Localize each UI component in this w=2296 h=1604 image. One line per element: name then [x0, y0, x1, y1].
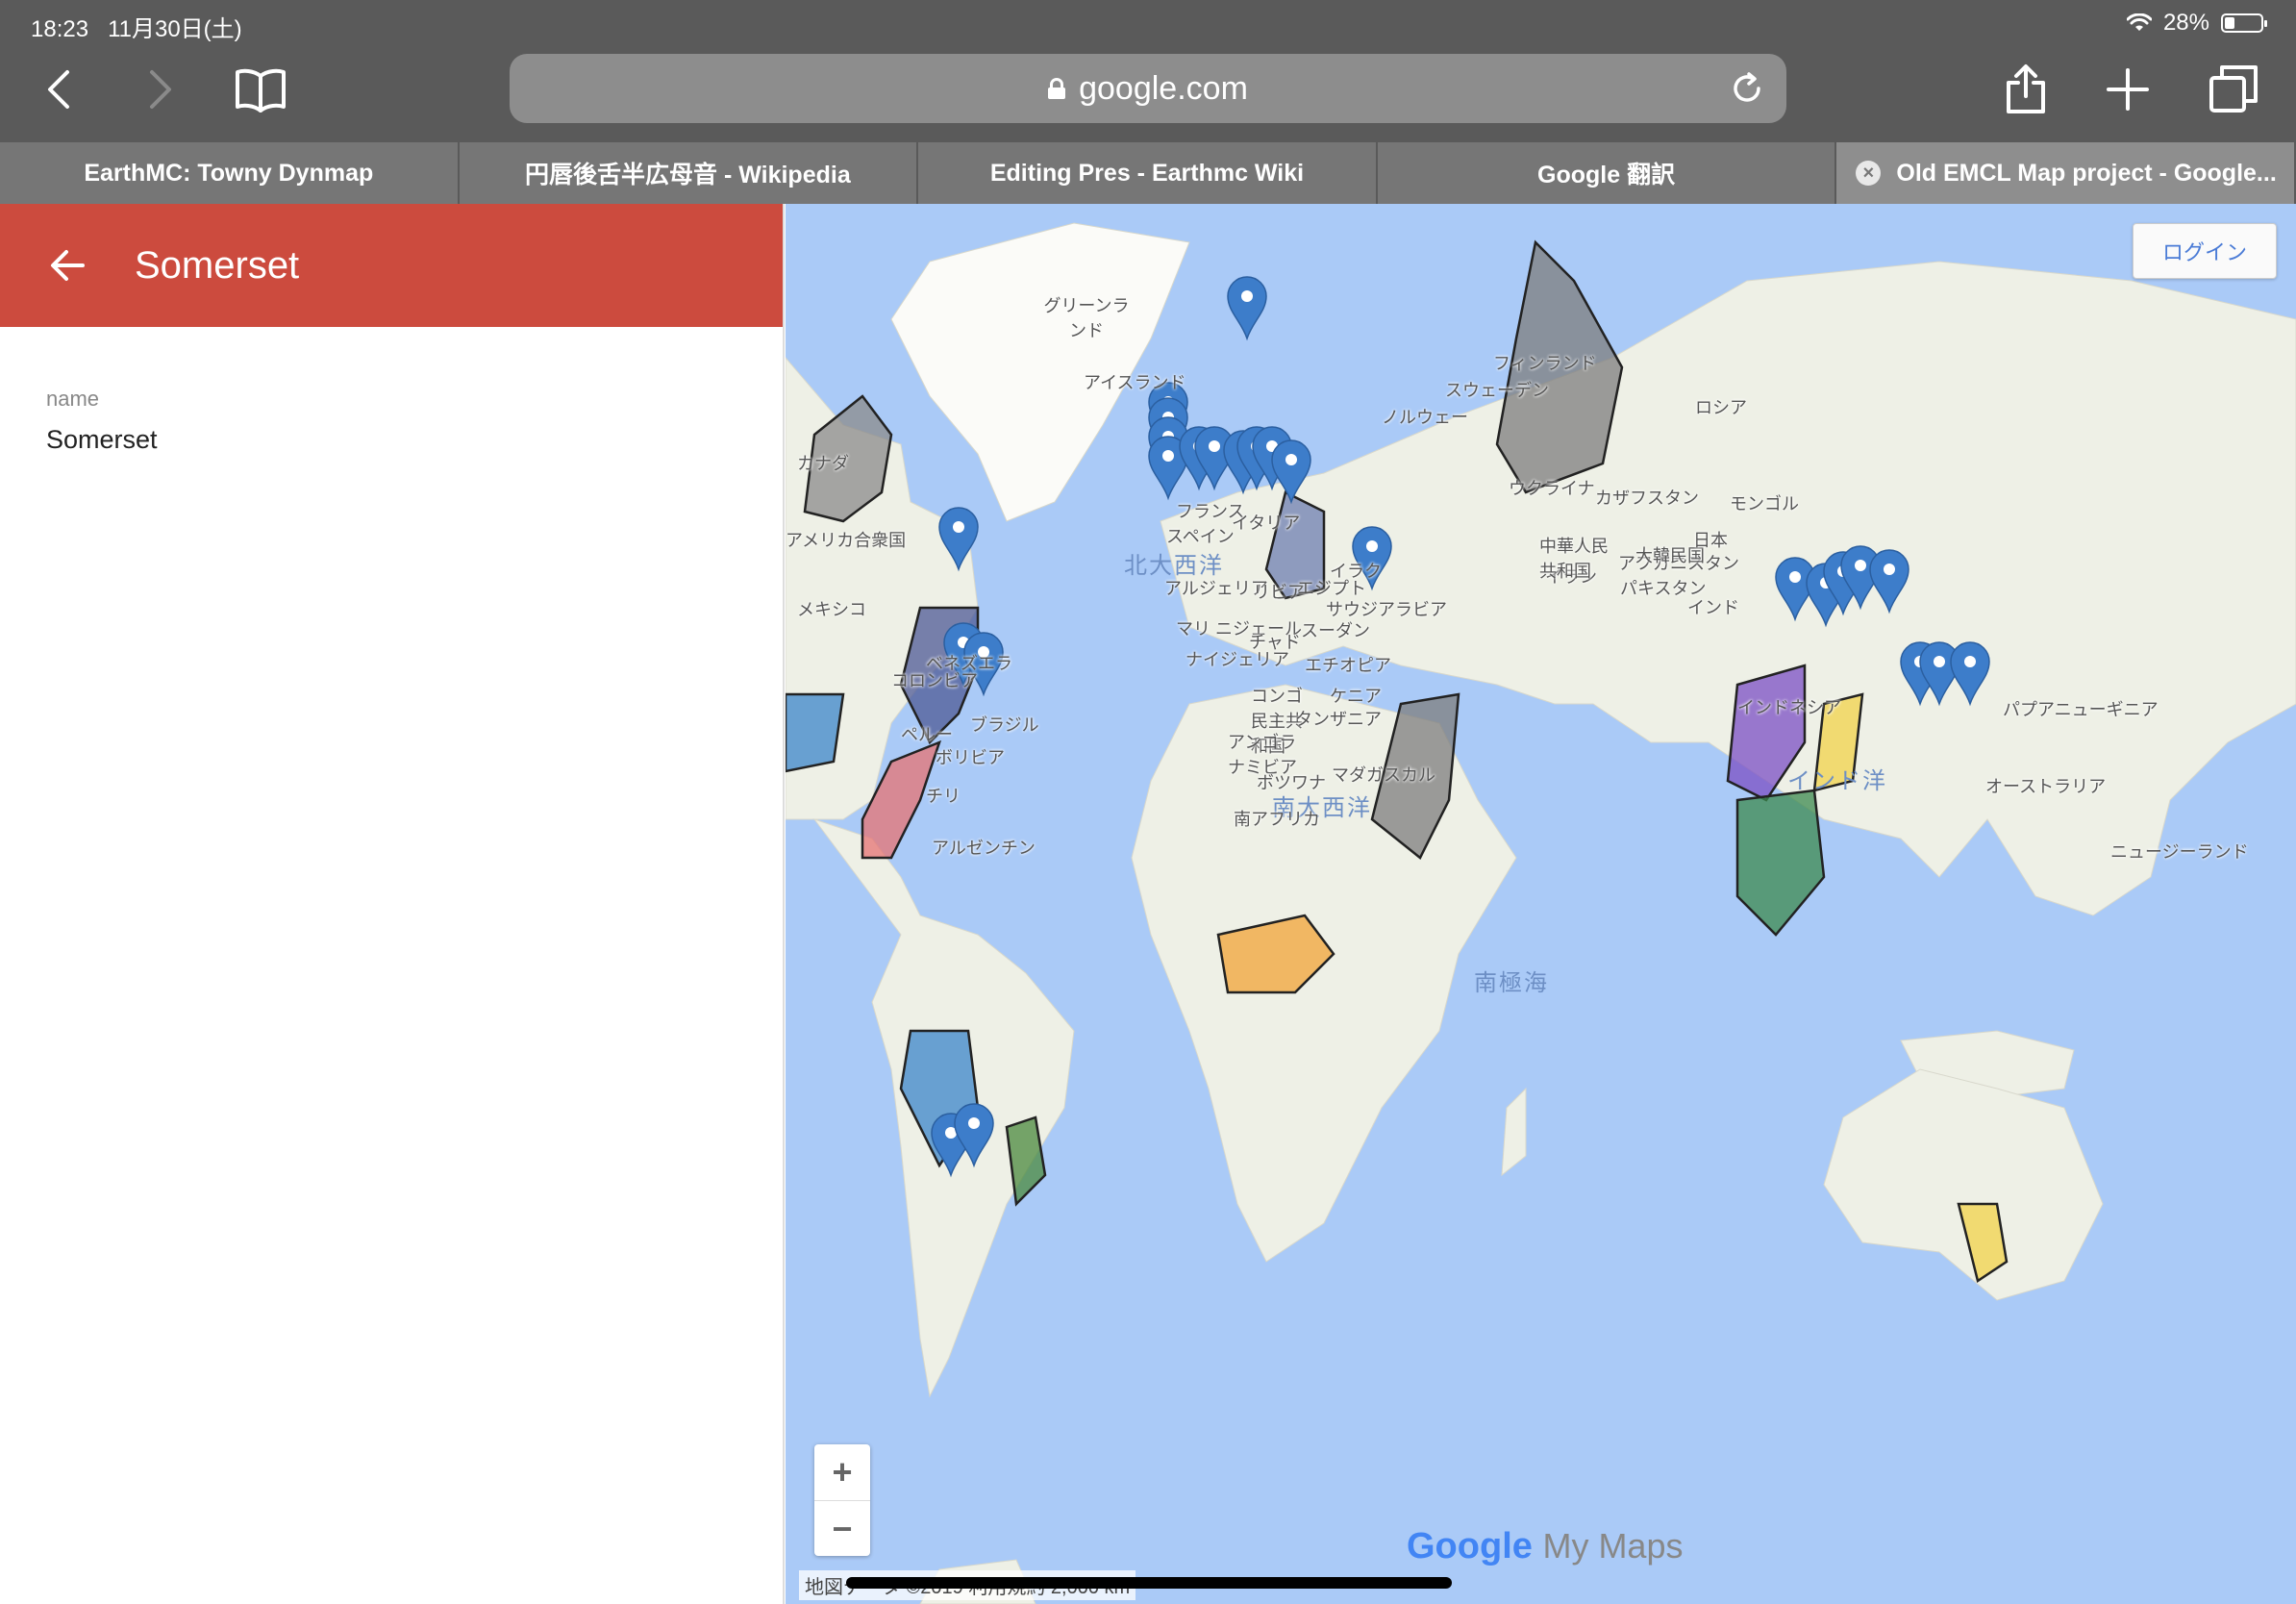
browser-chrome: 18:23 11月30日(土) 28% google.com: [0, 0, 2296, 142]
label-peru: ペルー: [901, 725, 953, 744]
tabs-overview-button[interactable]: [2200, 56, 2267, 123]
label-greenland: グリーンランド: [1043, 296, 1130, 340]
label-japan: 日本: [1693, 531, 1728, 550]
label-nz: ニュージーランド: [2110, 842, 2249, 862]
label-kenya: ケニア: [1330, 687, 1382, 706]
login-button[interactable]: ログイン: [2133, 223, 2277, 279]
label-italy: イタリア: [1232, 514, 1301, 533]
field-label: name: [46, 387, 100, 411]
panel-back-button[interactable]: [0, 204, 135, 327]
tab-emcl-map[interactable]: × Old EMCL Map project - Google...: [1836, 142, 2296, 204]
zoom-out-button[interactable]: −: [814, 1500, 870, 1556]
tabs-icon: [2209, 65, 2258, 113]
label-india: インド: [1687, 598, 1739, 617]
bookmarks-button[interactable]: [227, 56, 294, 123]
label-indian-ocean: インド洋: [1787, 768, 1887, 794]
brand-google: Google: [1407, 1526, 1533, 1566]
back-button[interactable]: [25, 56, 92, 123]
label-norway: ノルウェー: [1382, 408, 1468, 427]
reload-button[interactable]: [1731, 72, 1763, 113]
madagascar-land: [1501, 1087, 1527, 1177]
battery-icon: [2221, 13, 2267, 33]
zoom-controls: + −: [814, 1444, 870, 1556]
new-tab-button[interactable]: [2094, 56, 2161, 123]
google-my-maps-logo: Google My Maps: [1407, 1526, 1683, 1567]
tab-towny-dynmap[interactable]: EarthMC: Towny Dynmap: [0, 142, 460, 204]
australia-land: [1823, 1068, 2104, 1301]
book-icon: [236, 68, 286, 113]
panel-title: Somerset: [135, 243, 300, 287]
tab-bar: EarthMC: Towny Dynmap 円唇後舌半広母音 - Wikiped…: [0, 142, 2296, 204]
label-png: パプアニューギニア: [2003, 700, 2159, 719]
label-usa: アメリカ合衆国: [786, 531, 907, 550]
reload-icon: [1734, 72, 1760, 102]
label-kazakhstan: カザフスタン: [1595, 489, 1699, 508]
label-indonesia: インドネシア: [1737, 698, 1841, 717]
region-west-blue: [786, 692, 845, 773]
feature-details-panel: Somerset name Somerset: [0, 204, 785, 1604]
label-spain: スペイン: [1166, 527, 1235, 546]
map-canvas[interactable]: グリーンランド アイスランド フィンランド スウェーデン ノルウェー ロシア カ…: [786, 204, 2296, 1604]
label-ukraine: ウクライナ: [1509, 479, 1595, 498]
region-china-green: [1735, 789, 1826, 937]
close-tab-icon[interactable]: ×: [1856, 161, 1882, 186]
label-iceland: アイスランド: [1084, 373, 1186, 392]
share-icon: [2007, 64, 2045, 113]
address-bar[interactable]: google.com: [510, 54, 1786, 123]
arrow-left-icon: [51, 250, 85, 281]
chevron-right-icon: [150, 70, 171, 109]
label-canada: カナダ: [797, 454, 849, 473]
status-time: 18:23 11月30日(土): [31, 16, 242, 42]
label-nigeria: ナイジェリア: [1185, 650, 1289, 669]
label-finland: フィンランド: [1493, 354, 1597, 373]
chevron-left-icon: [48, 70, 69, 109]
tab-google-translate[interactable]: Google 翻訳: [1377, 142, 1837, 204]
label-southern-ocean: 南極海: [1474, 970, 1549, 996]
label-chile: チリ: [926, 787, 961, 806]
forward-button[interactable]: [127, 56, 194, 123]
battery-fill: [2225, 17, 2234, 29]
zoom-in-button[interactable]: +: [814, 1444, 870, 1500]
label-iraq: イラク: [1330, 562, 1382, 581]
label-tanzania: タンザニア: [1295, 710, 1382, 729]
label-australia: オーストラリア: [1985, 777, 2107, 796]
label-mongolia: モンゴル: [1730, 494, 1799, 514]
label-argentina: アルゼンチン: [932, 839, 1036, 858]
tab-earthmc-wiki[interactable]: Editing Pres - Earthmc Wiki: [918, 142, 1378, 204]
label-brazil: ブラジル: [970, 715, 1039, 735]
panel-header: Somerset: [0, 204, 783, 327]
label-botswana: ボツワナ: [1257, 773, 1326, 792]
plus-icon: [2107, 68, 2149, 111]
world-map: [786, 222, 2296, 1604]
label-russia: ロシア: [1695, 398, 1747, 417]
home-indicator: [846, 1577, 1452, 1589]
status-right: 28%: [2126, 10, 2267, 37]
label-angola: アンゴラ: [1228, 733, 1297, 752]
label-bolivia: ボリビア: [936, 748, 1005, 767]
label-mexico: メキシコ: [797, 600, 866, 619]
share-button[interactable]: [1992, 56, 2059, 123]
lock-icon: [1048, 78, 1066, 99]
field-value: Somerset: [46, 425, 158, 454]
tab-wikipedia[interactable]: 円唇後舌半広母音 - Wikipedia: [459, 142, 919, 204]
label-ethiopia: エチオピア: [1305, 656, 1391, 675]
location-pin-icon[interactable]: [1227, 276, 1267, 341]
label-madagascar: マダガスカル: [1332, 765, 1435, 785]
url-text: google.com: [1079, 69, 1248, 107]
label-sweden: スウェーデン: [1445, 381, 1549, 400]
wifi-icon: [2126, 13, 2152, 31]
brand-mymaps: My Maps: [1542, 1526, 1684, 1566]
label-south-africa: 南アフリカ: [1234, 810, 1320, 829]
label-colombia: コロンビア: [891, 671, 978, 690]
label-china: 中華人民共和国: [1539, 537, 1609, 581]
status-bar: 18:23 11月30日(土) 28%: [0, 0, 2296, 44]
label-saudi: サウジアラビア: [1326, 600, 1447, 619]
battery-percent: 28%: [2162, 10, 2209, 36]
